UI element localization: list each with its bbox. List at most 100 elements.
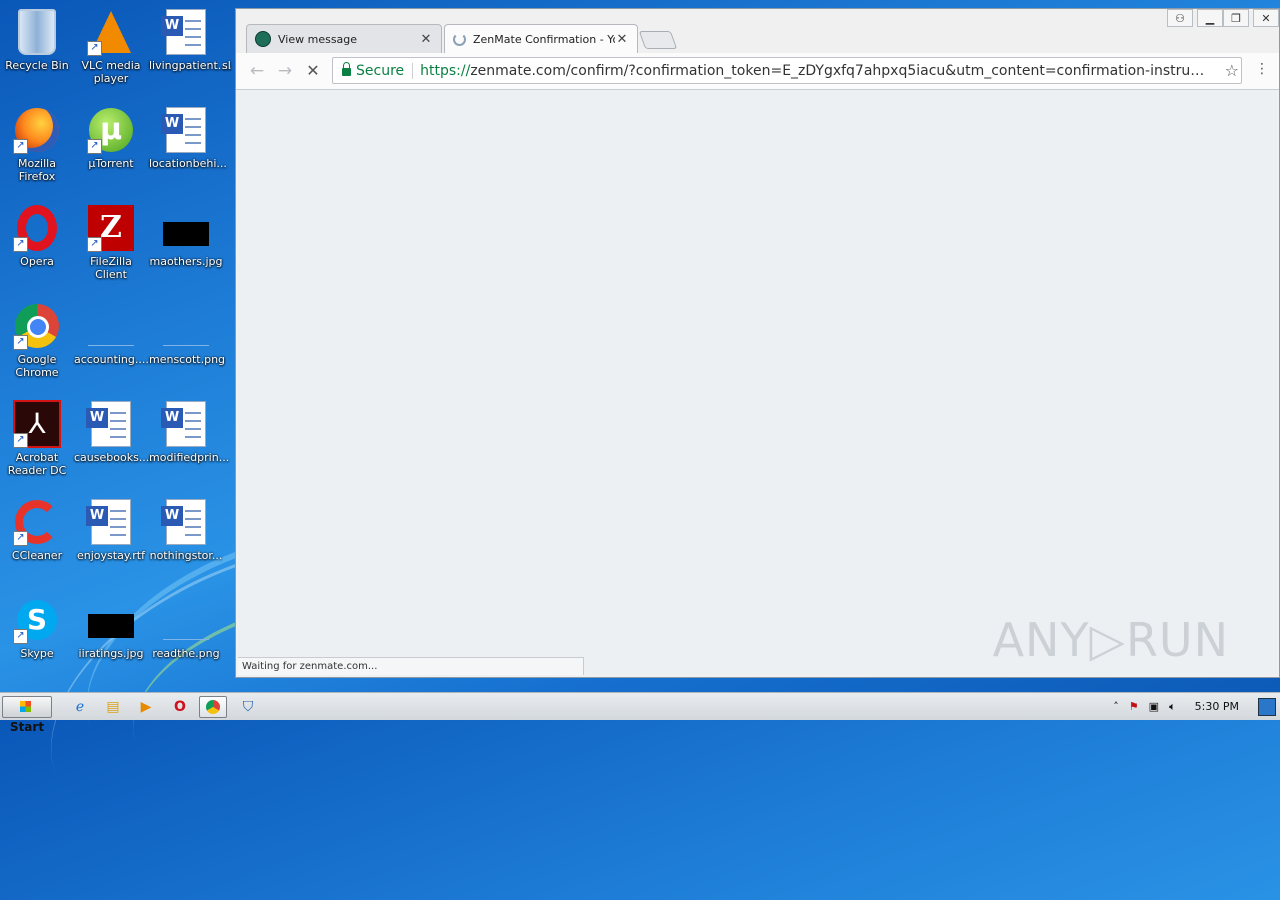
desktop-icon-label: accounting....	[74, 353, 149, 366]
anyrun-watermark: ANY▷RUN	[992, 613, 1229, 667]
desktop-icon-label: nothingstor...	[149, 549, 223, 562]
desktop-icon-menscott[interactable]: menscott.png	[149, 302, 226, 366]
secure-label[interactable]: Secure	[356, 62, 414, 79]
browser-toolbar: ← → ✕ Secure https://zenmate.com/confirm…	[236, 53, 1279, 90]
desktop-icon-label: maothers.jpg	[149, 255, 223, 268]
loading-spinner-icon	[453, 32, 466, 46]
ccleaner-icon: ↗	[13, 498, 61, 546]
desktop-icon-causebooks[interactable]: W causebooks....	[74, 400, 153, 464]
word-doc-icon: W	[161, 400, 210, 448]
word-doc-icon: W	[161, 8, 210, 56]
stop-button[interactable]: ✕	[302, 62, 324, 80]
profile-icon[interactable]: ⚇	[1167, 9, 1193, 27]
image-file-icon	[162, 596, 210, 644]
acrobat-icon: ⅄ ↗	[13, 400, 61, 448]
desktop-icon-accounting[interactable]: accounting....	[74, 302, 149, 366]
address-bar[interactable]: Secure https://zenmate.com/confirm/?conf…	[332, 57, 1242, 84]
tab-zenmate-confirmation[interactable]: ZenMate Confirmation - You ✕	[444, 24, 638, 53]
desktop-icon-label: readthe.png	[152, 647, 220, 660]
desktop-icon-maothers[interactable]: maothers.jpg	[149, 204, 223, 268]
network-icon[interactable]: ▣	[1149, 700, 1159, 713]
chrome-taskbar-icon[interactable]	[199, 696, 227, 718]
image-file-icon	[87, 302, 135, 350]
desktop-icon-nothingstor[interactable]: W nothingstor...	[149, 498, 223, 562]
desktop-icon-label: livingpatient....	[149, 59, 232, 72]
browser-titlebar: View message ✕ ZenMate Confirmation - Yo…	[236, 9, 1279, 53]
recycle-bin-icon	[13, 8, 61, 56]
image-file-icon	[87, 596, 135, 644]
desktop-icon-locationbehi[interactable]: W locationbehi...	[149, 106, 227, 170]
desktop-icon-utorrent[interactable]: µ ↗ µTorrent	[74, 106, 148, 170]
desktop-icon-livingpatient[interactable]: W livingpatient....	[149, 8, 232, 72]
desktop-icon-label: enjoystay.rtf	[77, 549, 145, 562]
desktop-icon-label: Mozilla Firefox	[18, 157, 56, 183]
image-file-icon	[162, 302, 210, 350]
start-button[interactable]: Start	[2, 696, 52, 734]
lock-icon	[342, 61, 351, 76]
desktop-icon-enjoystay[interactable]: W enjoystay.rtf	[74, 498, 148, 562]
word-doc-icon: W	[161, 106, 210, 154]
word-doc-icon: W	[86, 498, 135, 546]
desktop-icon-firefox[interactable]: ↗ Mozilla Firefox	[0, 106, 74, 183]
desktop-icon-skype[interactable]: S ↗ Skype	[0, 596, 74, 660]
zenmate-taskbar-icon[interactable]: ⛉	[234, 696, 262, 718]
opera-taskbar-icon[interactable]: O	[166, 696, 194, 718]
desktop-icon-ccleaner[interactable]: ↗ CCleaner	[0, 498, 74, 562]
volume-icon[interactable]: 🔈︎	[1169, 700, 1176, 714]
ie-taskbar-icon[interactable]: ℯ	[66, 696, 94, 718]
desktop-icon-opera[interactable]: ↗ Opera	[0, 204, 74, 268]
windows-flag-icon	[20, 701, 31, 712]
desktop-icon-label: Recycle Bin	[5, 59, 69, 72]
desktop-icon-label: Acrobat Reader DC	[7, 451, 67, 477]
skype-icon: S ↗	[13, 596, 61, 644]
close-icon[interactable]: ✕	[615, 32, 629, 47]
media-player-taskbar-icon[interactable]: ▶	[132, 696, 160, 718]
restore-button[interactable]: ❐	[1223, 9, 1249, 27]
show-desktop-button[interactable]	[1258, 697, 1276, 716]
desktop-icon-readthe[interactable]: readthe.png	[149, 596, 223, 660]
new-tab-button[interactable]	[638, 31, 678, 49]
bookmark-star-icon[interactable]: ☆	[1225, 61, 1239, 80]
desktop-icon-acrobat[interactable]: ⅄ ↗ Acrobat Reader DC	[0, 400, 74, 477]
word-doc-icon: W	[86, 400, 135, 448]
desktop-icon-vlc[interactable]: ↗ VLC media player	[74, 8, 148, 85]
desktop-icon-label: Skype	[20, 647, 54, 660]
explorer-taskbar-icon[interactable]: ▤	[99, 696, 127, 718]
desktop-icon-label: µTorrent	[88, 157, 134, 170]
browser-window: View message ✕ ZenMate Confirmation - Yo…	[235, 8, 1280, 678]
desktop-icon-partial[interactable]: sl	[222, 59, 236, 72]
chrome-icon: ↗	[13, 302, 61, 350]
clock[interactable]: 5:30 PM	[1195, 700, 1239, 713]
desktop-icon-label: iiratings.jpg	[78, 647, 144, 660]
url-path: /confirm/?confirmation_token=E_zDYgxfq7a…	[565, 62, 1211, 79]
chrome-menu-icon[interactable]: ⋮	[1255, 62, 1269, 76]
word-doc-icon: W	[161, 498, 210, 546]
start-label: Start	[9, 720, 45, 734]
tab-title: ZenMate Confirmation - You	[473, 32, 615, 46]
tab-view-message[interactable]: View message ✕	[246, 24, 442, 53]
close-icon[interactable]: ✕	[419, 32, 433, 47]
desktop-icon-label: modifiedprin...	[149, 451, 230, 464]
desktop-icon-label: VLC media player	[81, 59, 141, 85]
taskbar: Start ℯ ▤ ▶ O ⛉ ˄ ⚑ ▣ 🔈︎ 5:30 PM	[0, 692, 1280, 734]
forward-button[interactable]: →	[274, 62, 296, 80]
desktop-icon-recycle-bin[interactable]: Recycle Bin	[0, 8, 74, 72]
desktop-icon-modifiedprin[interactable]: W modifiedprin...	[149, 400, 230, 464]
url-host: zenmate.com	[470, 62, 566, 79]
minimize-button[interactable]: ▁	[1197, 9, 1223, 27]
image-file-icon	[162, 204, 210, 252]
desktop-icon-label: menscott.png	[149, 353, 226, 366]
desktop-icon-chrome[interactable]: ↗ Google Chrome	[0, 302, 74, 379]
url-text[interactable]: https://zenmate.com/confirm/?confirmatio…	[420, 63, 1211, 79]
opera-icon: ↗	[13, 204, 61, 252]
back-button[interactable]: ←	[246, 62, 268, 80]
tray-expand-icon[interactable]: ˄	[1113, 700, 1119, 713]
close-window-button[interactable]: ✕	[1253, 9, 1279, 27]
desktop-icon-label: sl	[222, 59, 231, 72]
desktop-icon-label: locationbehi...	[149, 157, 227, 170]
tab-title: View message	[278, 32, 358, 46]
desktop-icon-iiratings[interactable]: iiratings.jpg	[74, 596, 148, 660]
url-scheme: https://	[420, 62, 471, 79]
action-center-icon[interactable]: ⚑	[1129, 700, 1139, 713]
desktop-icon-filezilla[interactable]: Z ↗ FileZilla Client	[74, 204, 148, 281]
